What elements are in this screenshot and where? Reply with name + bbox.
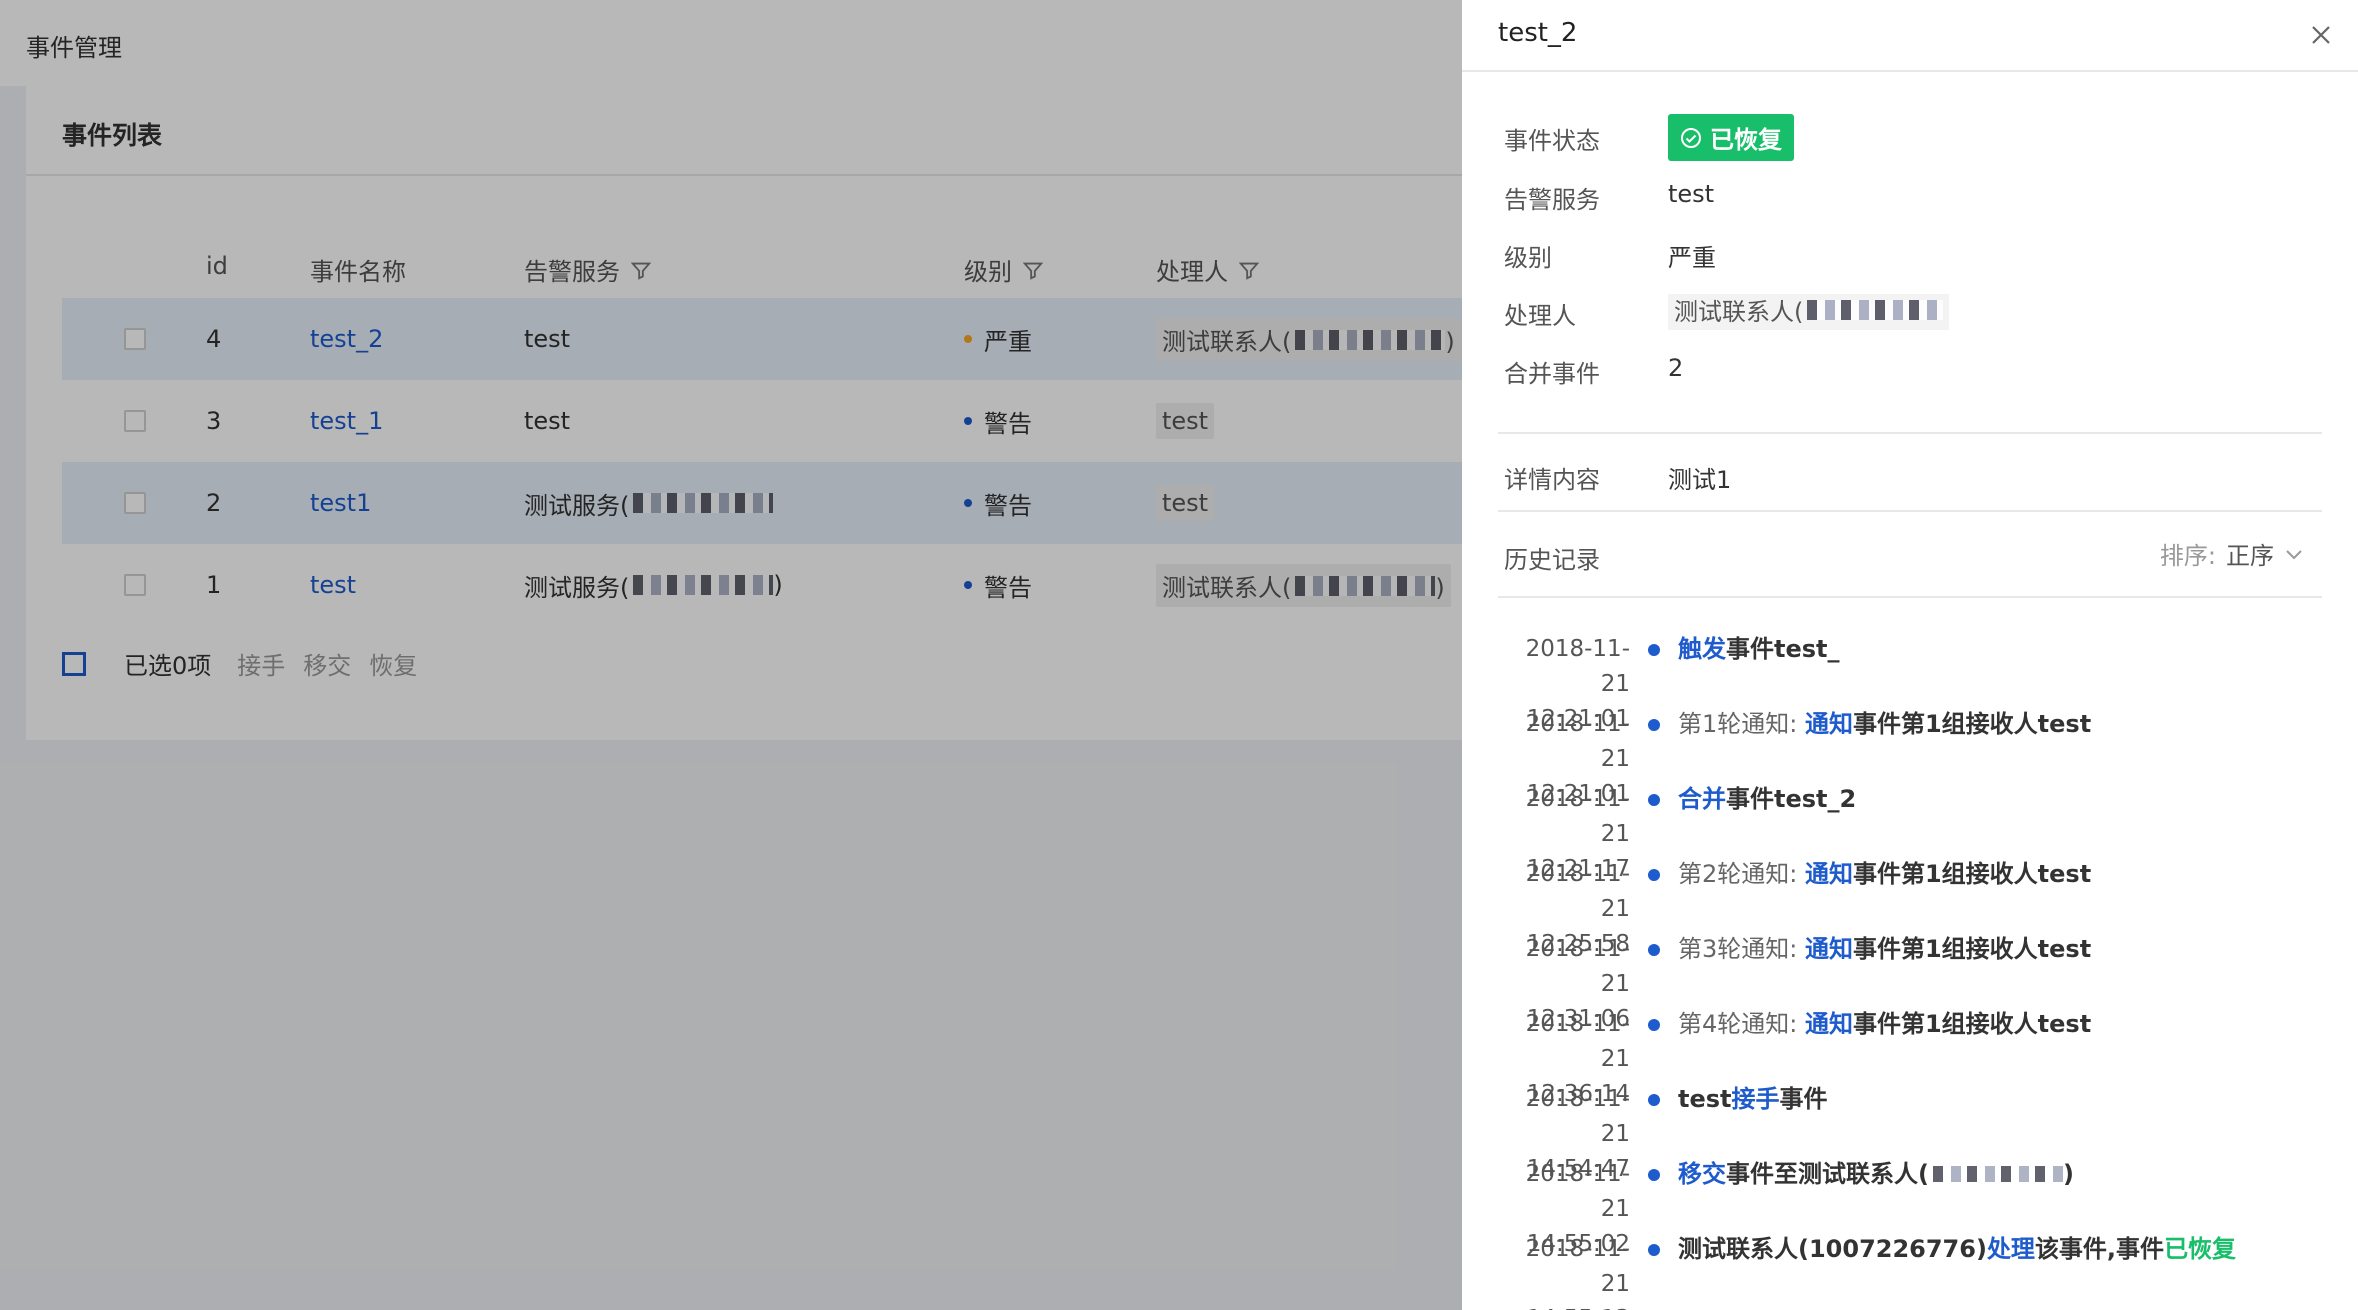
- timeline-date: 2018-11-21: [1525, 711, 1630, 772]
- timeline-item: 2018-11-21 14:55:13 测试联系人(1007226776)处理该事件…: [1498, 1232, 2328, 1310]
- timeline-item: 2018-11-21 12:21:17 合并事件test_2: [1498, 782, 2328, 882]
- chevron-down-icon: [2286, 549, 2302, 559]
- timeline-text: 第1轮通知: 通知事件第1组接收人test: [1678, 707, 2091, 742]
- status-badge: 已恢复: [1668, 114, 1794, 161]
- timeline-action-link[interactable]: 通知: [1805, 1010, 1853, 1038]
- sort-label: 排序:: [2159, 542, 2216, 570]
- timeline-text-part: 第4轮通知:: [1678, 1010, 1805, 1038]
- field-label: 告警服务: [1504, 186, 1600, 214]
- timeline-item: 2018-11-21 14:54:47 test接手事件: [1498, 1082, 2328, 1182]
- timeline-item: 2018-11-21 12:31:06 第3轮通知: 通知事件第1组接收人test: [1498, 932, 2328, 1032]
- timeline-text-part: 事件第1组接收人test: [1852, 860, 2092, 888]
- timeline-text-part: 事件第1组接收人test: [1852, 710, 2092, 738]
- timeline-action-link[interactable]: 合并: [1678, 785, 1726, 813]
- timeline-dot-icon: [1648, 944, 1660, 956]
- divider: [1498, 596, 2322, 598]
- close-button[interactable]: [2306, 20, 2336, 50]
- timeline-item: 2018-11-21 12:21:01 第1轮通知: 通知事件第1组接收人test: [1498, 707, 2328, 807]
- timeline-dot-icon: [1648, 794, 1660, 806]
- timeline-text-part: 第3轮通知:: [1678, 935, 1805, 963]
- timeline-text: 测试联系人(1007226776)处理该事件,事件已恢复: [1678, 1232, 2236, 1267]
- timeline-text-part: 事件test_: [1726, 635, 1840, 663]
- timeline-action-link[interactable]: 移交: [1678, 1160, 1726, 1188]
- check-circle-icon: [1681, 127, 1701, 148]
- timeline-text-part: 事件至测试联系人(: [1726, 1160, 1929, 1188]
- timeline-text: test接手事件: [1678, 1082, 1828, 1117]
- field-label: 级别: [1504, 244, 1552, 272]
- timeline-action-link[interactable]: 通知: [1805, 710, 1853, 738]
- timeline-action-link[interactable]: 通知: [1805, 860, 1853, 888]
- field-label: 详情内容: [1504, 466, 1600, 494]
- timeline-text: 第3轮通知: 通知事件第1组接收人test: [1678, 932, 2091, 967]
- redacted-mosaic: [1807, 300, 1944, 320]
- timeline-dot-icon: [1648, 1169, 1660, 1181]
- history-label: 历史记录: [1504, 546, 1600, 574]
- drawer-title: test_2: [1498, 18, 1578, 48]
- timeline-text-part: 该事件,事件: [2034, 1235, 2165, 1263]
- drawer-header: test_2: [1462, 0, 2358, 72]
- redacted-mosaic: [1932, 1166, 2063, 1182]
- timeline-text: 触发事件test_: [1678, 632, 1840, 667]
- timeline-dot-icon: [1648, 869, 1660, 881]
- timeline-text-part: ): [2062, 1160, 2074, 1188]
- field-value: 测试1: [1668, 466, 1732, 494]
- timeline-date: 2018-11-21: [1525, 636, 1630, 697]
- timeline-text: 移交事件至测试联系人(): [1678, 1157, 2074, 1192]
- divider: [1498, 510, 2322, 512]
- field-value: 严重: [1668, 244, 1716, 272]
- timeline-item: 2018-11-21 12:36:14 第4轮通知: 通知事件第1组接收人test: [1498, 1007, 2328, 1107]
- status-text: 已恢复: [1710, 126, 1782, 154]
- timeline-date: 2018-11-21: [1525, 1086, 1630, 1147]
- timeline-text-part: 已恢复: [2164, 1235, 2237, 1263]
- close-icon: [2312, 26, 2330, 44]
- timeline-dot-icon: [1648, 1094, 1660, 1106]
- divider: [1498, 432, 2322, 434]
- timeline-dot-icon: [1648, 719, 1660, 731]
- timeline-date: 2018-11-21: [1525, 936, 1630, 997]
- timeline-date: 2018-11-21: [1525, 861, 1630, 922]
- timeline-action-link[interactable]: 接手: [1732, 1085, 1780, 1113]
- timeline-text: 第4轮通知: 通知事件第1组接收人test: [1678, 1007, 2091, 1042]
- timeline-action-link[interactable]: 处理: [1987, 1235, 2035, 1263]
- timeline-date: 2018-11-21: [1525, 1236, 1630, 1297]
- timeline-text-part: 第1轮通知:: [1678, 710, 1805, 738]
- timeline-item: 2018-11-21 12:25:58 第2轮通知: 通知事件第1组接收人test: [1498, 857, 2328, 957]
- sort-value: 正序: [2226, 542, 2274, 570]
- timeline-text-part: 事件: [1779, 1085, 1828, 1113]
- timeline-text: 合并事件test_2: [1678, 782, 1856, 817]
- history-timeline: 2018-11-21 12:21:01 触发事件test_ 2018-11-21 12:…: [1498, 632, 2328, 1310]
- timeline-date: 2018-11-21: [1525, 1161, 1630, 1222]
- field-value: test: [1668, 180, 1715, 208]
- event-detail-drawer: test_2 事件状态 已恢复 告警服务 test 级别 严重 处理人 测试联系…: [1462, 0, 2358, 1310]
- timeline-item: 2018-11-21 14:55:02 移交事件至测试联系人(): [1498, 1157, 2328, 1257]
- timeline-clock: 14:55:13: [1498, 1302, 1630, 1310]
- timeline-action-link[interactable]: 触发: [1678, 635, 1726, 663]
- timeline-dot-icon: [1648, 1019, 1660, 1031]
- timeline-date: 2018-11-21: [1525, 786, 1630, 847]
- timeline-time: 2018-11-21 14:55:13: [1498, 1232, 1630, 1310]
- timeline-dot-icon: [1648, 644, 1660, 656]
- timeline-item: 2018-11-21 12:21:01 触发事件test_: [1498, 632, 2328, 732]
- timeline-text-part: 测试联系人(1007226776): [1678, 1235, 1987, 1263]
- timeline-text-part: 事件第1组接收人test: [1852, 935, 2092, 963]
- timeline-text-part: test: [1678, 1085, 1732, 1113]
- field-label: 合并事件: [1504, 360, 1600, 388]
- field-label: 处理人: [1504, 302, 1576, 330]
- timeline-text: 第2轮通知: 通知事件第1组接收人test: [1678, 857, 2091, 892]
- handler-text: 测试联系人(: [1674, 298, 1804, 326]
- timeline-text-part: 事件第1组接收人test: [1852, 1010, 2092, 1038]
- timeline-action-link[interactable]: 通知: [1805, 935, 1853, 963]
- timeline-date: 2018-11-21: [1525, 1011, 1630, 1072]
- timeline-dot-icon: [1648, 1244, 1660, 1256]
- field-value: 2: [1668, 354, 1684, 382]
- timeline-text-part: 第2轮通知:: [1678, 860, 1805, 888]
- timeline-text-part: 事件test_2: [1726, 785, 1857, 813]
- sort-select[interactable]: 排序: 正序: [2160, 536, 2304, 571]
- field-label: 事件状态: [1504, 127, 1600, 155]
